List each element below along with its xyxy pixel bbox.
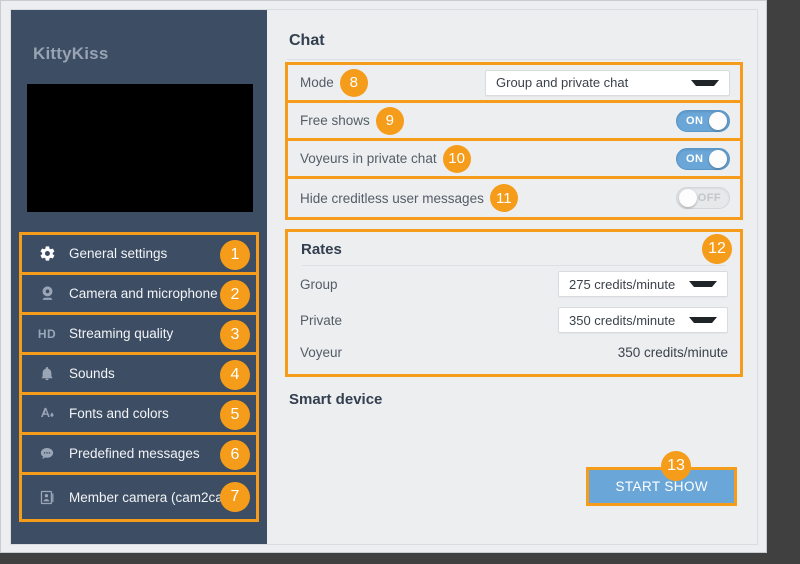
settings-panel: Chat Mode 8 Group and private chat xyxy=(267,10,757,544)
member-camera-icon xyxy=(34,489,60,506)
rate-label: Voyeur xyxy=(300,345,342,360)
sidebar: KittyKiss General settings 1 xyxy=(11,10,267,544)
voyeurs-toggle[interactable]: ON xyxy=(676,148,730,170)
chat-mode-label: Mode xyxy=(300,75,334,90)
hide-creditless-toggle[interactable]: OFF xyxy=(676,187,730,209)
app-window: KittyKiss General settings 1 xyxy=(0,0,767,553)
rate-row-private[interactable]: Private 350 credits/minute xyxy=(300,302,728,338)
rate-control[interactable]: 350 credits/minute xyxy=(558,307,728,333)
sidebar-item-label: Fonts and colors xyxy=(69,406,169,421)
free-shows-label: Free shows xyxy=(300,113,370,128)
webcam-icon xyxy=(34,285,60,302)
rate-row-voyeur: Voyeur 350 credits/minute xyxy=(300,338,728,366)
free-shows-toggle[interactable]: ON xyxy=(676,110,730,132)
chevron-down-icon xyxy=(689,317,717,323)
callout-badge-9: 9 xyxy=(376,107,404,135)
start-show-area: 13 START SHOW xyxy=(586,467,737,506)
callout-badge-11: 11 xyxy=(490,184,518,212)
callout-badge-13: 13 xyxy=(661,451,691,481)
chat-mode-row[interactable]: Mode 8 Group and private chat xyxy=(288,65,740,103)
hide-creditless-row[interactable]: Hide creditless user messages 11 OFF xyxy=(288,179,740,217)
chat-divider xyxy=(287,59,741,60)
sidebar-item-camera-and-microphone[interactable]: Camera and microphone 2 xyxy=(22,275,256,315)
video-preview xyxy=(27,84,253,212)
rate-control[interactable]: 275 credits/minute xyxy=(558,271,728,297)
group-rate-select[interactable]: 275 credits/minute xyxy=(558,271,728,297)
rate-label: Private xyxy=(300,313,342,328)
callout-badge-12: 12 xyxy=(702,234,732,264)
chevron-down-icon xyxy=(691,80,719,86)
chat-mode-control[interactable]: Group and private chat xyxy=(485,70,730,96)
voyeurs-control[interactable]: ON xyxy=(676,148,730,170)
sidebar-item-predefined-messages[interactable]: Predefined messages 6 xyxy=(22,435,256,475)
callout-badge-2: 2 xyxy=(220,280,250,310)
chat-bubble-icon xyxy=(34,446,60,462)
private-rate-select[interactable]: 350 credits/minute xyxy=(558,307,728,333)
chat-settings-group: Mode 8 Group and private chat Free shows… xyxy=(285,62,743,220)
callout-badge-5: 5 xyxy=(220,400,250,430)
sidebar-item-fonts-and-colors[interactable]: Fonts and colors 5 xyxy=(22,395,256,435)
sidebar-item-label: Sounds xyxy=(69,366,115,381)
hide-creditless-label: Hide creditless user messages xyxy=(300,191,484,206)
callout-badge-10: 10 xyxy=(443,145,471,173)
sidebar-item-label: General settings xyxy=(69,246,167,261)
screenshot-root: KittyKiss General settings 1 xyxy=(0,0,800,564)
callout-badge-6: 6 xyxy=(220,440,250,470)
chat-mode-value: Group and private chat xyxy=(496,75,628,90)
chevron-down-icon xyxy=(689,281,717,287)
sidebar-item-label: Camera and microphone xyxy=(69,286,218,301)
sidebar-item-label: Streaming quality xyxy=(69,326,173,341)
free-shows-toggle-state: ON xyxy=(686,111,703,131)
rate-row-group[interactable]: Group 275 credits/minute xyxy=(300,266,728,302)
rates-title: Rates xyxy=(300,232,728,265)
callout-badge-8: 8 xyxy=(340,69,368,97)
sidebar-item-member-camera[interactable]: Member camera (cam2cam) 7 xyxy=(22,475,256,519)
hd-icon: HD xyxy=(34,327,60,341)
toggle-knob xyxy=(679,189,697,207)
bell-icon xyxy=(34,365,60,382)
voyeurs-label: Voyeurs in private chat xyxy=(300,151,437,166)
sidebar-item-label: Predefined messages xyxy=(69,446,200,461)
chat-mode-select[interactable]: Group and private chat xyxy=(485,70,730,96)
gear-icon xyxy=(34,245,60,262)
sidebar-item-label: Member camera (cam2cam) xyxy=(69,490,239,505)
voyeurs-toggle-state: ON xyxy=(686,149,703,169)
app-brand: KittyKiss xyxy=(11,10,267,64)
free-shows-row[interactable]: Free shows 9 ON xyxy=(288,103,740,141)
toggle-knob xyxy=(709,112,727,130)
chat-section-title: Chat xyxy=(285,10,743,59)
sidebar-nav-outline: General settings 1 Camera and microphone… xyxy=(19,232,259,522)
voyeurs-row[interactable]: Voyeurs in private chat 10 ON xyxy=(288,141,740,179)
callout-badge-7: 7 xyxy=(220,482,250,512)
smart-device-title: Smart device xyxy=(285,377,743,408)
hide-creditless-toggle-state: OFF xyxy=(698,188,721,208)
voyeur-rate-value: 350 credits/minute xyxy=(618,345,728,360)
rate-value: 275 credits/minute xyxy=(569,277,675,292)
callout-badge-4: 4 xyxy=(220,360,250,390)
sidebar-item-sounds[interactable]: Sounds 4 xyxy=(22,355,256,395)
callout-badge-1: 1 xyxy=(220,240,250,270)
hide-creditless-control[interactable]: OFF xyxy=(676,187,730,209)
rate-value: 350 credits/minute xyxy=(569,313,675,328)
toggle-knob xyxy=(709,150,727,168)
callout-badge-3: 3 xyxy=(220,320,250,350)
font-icon xyxy=(34,405,60,422)
rates-section: Rates 12 Group 275 credits/minute xyxy=(285,229,743,377)
sidebar-item-streaming-quality[interactable]: HD Streaming quality 3 xyxy=(22,315,256,355)
free-shows-control[interactable]: ON xyxy=(676,110,730,132)
rate-label: Group xyxy=(300,277,338,292)
sidebar-nav: General settings 1 Camera and microphone… xyxy=(11,232,267,522)
window-body: KittyKiss General settings 1 xyxy=(10,9,758,545)
sidebar-item-general-settings[interactable]: General settings 1 xyxy=(22,235,256,275)
